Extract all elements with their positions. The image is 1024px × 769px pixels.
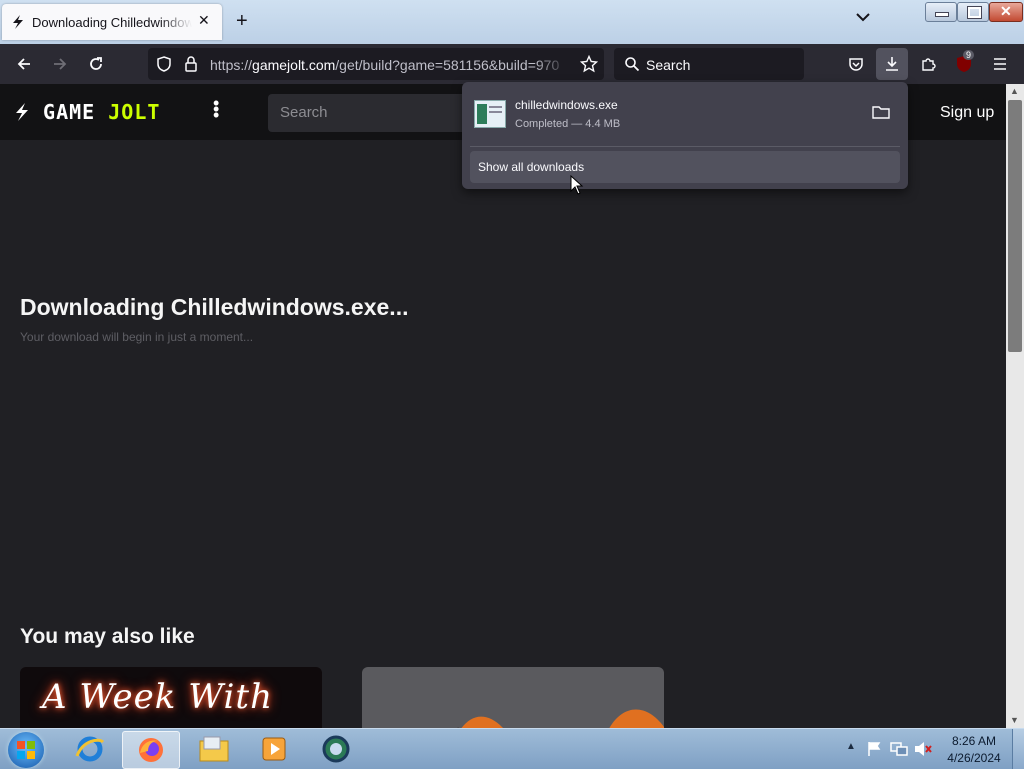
tab-strip: Downloading Chilledwindows.exe... ✕ + ✕ (0, 0, 1024, 44)
forward-icon[interactable] (44, 44, 76, 84)
close-tab-icon[interactable]: ✕ (198, 12, 210, 29)
logo-jolt-text: JOLT (108, 100, 161, 124)
scroll-up-arrow-icon[interactable]: ▲ (1010, 86, 1019, 96)
volume-muted-icon[interactable] (914, 741, 932, 757)
firefox-taskbar-icon[interactable] (122, 731, 180, 769)
url-text[interactable]: https://gamejolt.com/get/build?game=5811… (210, 57, 570, 73)
pocket-icon[interactable] (840, 44, 872, 84)
scroll-down-arrow-icon[interactable]: ▼ (1010, 715, 1019, 725)
mouse-cursor-icon (570, 175, 584, 195)
sign-up-link[interactable]: Sign up (940, 104, 994, 122)
minimize-button[interactable] (925, 2, 957, 22)
tab-title: Downloading Chilledwindows.exe... (32, 15, 192, 30)
show-all-downloads-label: Show all downloads (478, 160, 585, 174)
gamejolt-favicon-icon (13, 15, 23, 29)
internet-explorer-icon[interactable] (62, 731, 118, 767)
url-bar[interactable]: https://gamejolt.com/get/build?game=5811… (148, 48, 604, 80)
ublock-badge: 9 (963, 50, 975, 60)
exe-file-icon (474, 100, 506, 128)
restore-button[interactable] (957, 2, 989, 22)
search-bar[interactable]: Search (614, 48, 804, 80)
show-hidden-icons-icon[interactable]: ▲ (846, 741, 856, 752)
game-card-artwork (457, 709, 664, 728)
media-player-icon[interactable] (246, 731, 302, 767)
file-explorer-icon[interactable] (186, 731, 242, 767)
url-path: /get/build?game=581156&build=970 (335, 57, 560, 73)
show-desktop-button[interactable] (1012, 729, 1024, 769)
logo-game-text: GAME (43, 100, 96, 124)
windows-taskbar: ▲ 8:26 AM 4/26/2024 (0, 728, 1024, 769)
download-status: Completed — 4.4 MB (515, 118, 621, 130)
downloads-button[interactable] (876, 48, 908, 80)
start-button[interactable] (8, 732, 44, 768)
site-search-placeholder: Search (280, 104, 328, 121)
scrollbar-thumb[interactable] (1008, 100, 1022, 352)
reload-icon[interactable] (80, 44, 112, 84)
more-options-icon[interactable]: • • • (213, 94, 219, 124)
network-globe-icon[interactable] (308, 731, 364, 767)
ublock-origin-icon[interactable]: 9 (948, 44, 980, 84)
downloads-panel: chilledwindows.exe Completed — 4.4 MB Sh… (462, 82, 908, 189)
game-card[interactable]: A Week With (20, 667, 322, 728)
extensions-puzzle-icon[interactable] (912, 44, 944, 84)
search-icon (625, 57, 640, 72)
tab-active[interactable]: Downloading Chilledwindows.exe... ✕ (2, 4, 222, 40)
page-title: Downloading Chilledwindows.exe... (20, 294, 409, 320)
download-subtext: Your download will begin in just a momen… (20, 330, 254, 344)
show-all-downloads-button[interactable]: Show all downloads (470, 151, 900, 183)
recommendations-heading: You may also like (20, 625, 195, 648)
game-card-title: A Week With (42, 677, 273, 717)
menu-hamburger-icon[interactable] (984, 44, 1016, 84)
open-folder-icon[interactable] (872, 104, 890, 120)
search-placeholder: Search (646, 57, 691, 73)
url-host: gamejolt.com (252, 57, 336, 73)
list-all-tabs-icon[interactable] (856, 12, 870, 22)
url-scheme: https:// (210, 57, 253, 73)
network-status-icon[interactable] (890, 741, 908, 757)
back-icon[interactable] (8, 44, 40, 84)
action-center-flag-icon[interactable] (866, 741, 882, 757)
clock-time[interactable]: 8:26 AM (944, 734, 1004, 748)
bookmark-star-icon[interactable] (580, 55, 598, 73)
gamejolt-logo[interactable]: GAME JOLT (14, 100, 160, 124)
clock-date[interactable]: 4/26/2024 (944, 751, 1004, 765)
window-close-button[interactable]: ✕ (989, 2, 1023, 22)
lock-icon[interactable] (184, 56, 198, 72)
new-tab-icon[interactable]: + (236, 10, 248, 33)
site-search-input[interactable]: Search (268, 94, 488, 132)
tracking-protection-shield-icon[interactable] (156, 56, 172, 72)
divider (470, 146, 900, 147)
game-card[interactable] (362, 667, 664, 728)
download-file-name[interactable]: chilledwindows.exe (515, 98, 618, 112)
navigation-toolbar: https://gamejolt.com/get/build?game=5811… (0, 44, 1024, 84)
lightning-logo-icon (16, 103, 28, 121)
windows-logo-icon (17, 741, 35, 759)
download-icon (886, 57, 898, 71)
